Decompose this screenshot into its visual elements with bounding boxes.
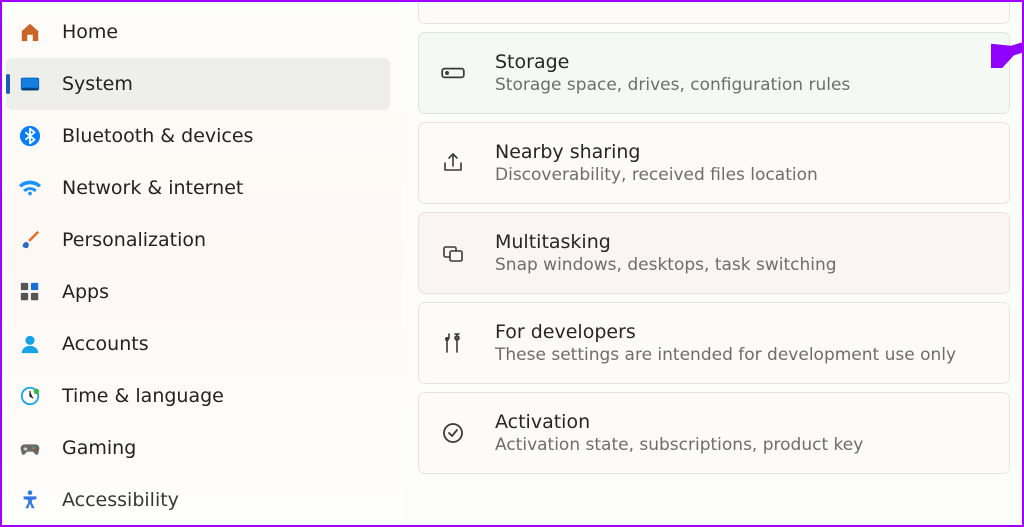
card-title: Activation [495, 411, 989, 433]
power-icon [439, 2, 467, 5]
card-power[interactable]: Screen and sleep, power mode [418, 2, 1010, 24]
sidebar-item-label: Personalization [62, 229, 206, 251]
card-desc: Storage space, drives, configuration rul… [495, 75, 989, 95]
card-title: For developers [495, 321, 989, 343]
gaming-icon [18, 436, 42, 460]
sidebar-item-system[interactable]: System [6, 58, 390, 110]
system-icon [18, 72, 42, 96]
tools-icon [439, 329, 467, 357]
sidebar-item-time[interactable]: Time & language [6, 370, 390, 422]
bluetooth-icon [18, 124, 42, 148]
brush-icon [18, 228, 42, 252]
sidebar-item-accounts[interactable]: Accounts [6, 318, 390, 370]
card-nearby[interactable]: Nearby sharing Discoverability, received… [418, 122, 1010, 204]
sidebar-item-label: Gaming [62, 437, 136, 459]
card-activation[interactable]: Activation Activation state, subscriptio… [418, 392, 1010, 474]
home-icon [18, 20, 42, 44]
sidebar-item-network[interactable]: Network & internet [6, 162, 390, 214]
card-desc: These settings are intended for developm… [495, 345, 989, 365]
settings-main: Screen and sleep, power mode Storage Sto… [402, 2, 1022, 525]
sidebar-item-gaming[interactable]: Gaming [6, 422, 390, 474]
sidebar-item-bluetooth[interactable]: Bluetooth & devices [6, 110, 390, 162]
sidebar-item-accessibility[interactable]: Accessibility [6, 474, 390, 525]
card-desc: Discoverability, received files location [495, 165, 989, 185]
account-icon [18, 332, 42, 356]
card-desc: Snap windows, desktops, task switching [495, 255, 989, 275]
sidebar-item-label: Apps [62, 281, 109, 303]
sidebar: Home System Bluetooth & devices Network … [2, 2, 402, 525]
sidebar-item-label: Accounts [62, 333, 149, 355]
sidebar-item-home[interactable]: Home [6, 6, 390, 58]
wifi-icon [18, 176, 42, 200]
sidebar-item-label: Home [62, 21, 118, 43]
card-storage[interactable]: Storage Storage space, drives, configura… [418, 32, 1010, 114]
multitasking-icon [439, 239, 467, 267]
card-title: Storage [495, 51, 989, 73]
card-multitasking[interactable]: Multitasking Snap windows, desktops, tas… [418, 212, 1010, 294]
sidebar-item-label: Network & internet [62, 177, 243, 199]
sidebar-item-apps[interactable]: Apps [6, 266, 390, 318]
share-icon [439, 149, 467, 177]
card-title: Multitasking [495, 231, 989, 253]
accessibility-icon [18, 488, 42, 512]
card-title: Nearby sharing [495, 141, 989, 163]
sidebar-item-label: Accessibility [62, 489, 179, 511]
clock-icon [18, 384, 42, 408]
card-dev[interactable]: For developers These settings are intend… [418, 302, 1010, 384]
sidebar-item-personalization[interactable]: Personalization [6, 214, 390, 266]
sidebar-item-label: Bluetooth & devices [62, 125, 253, 147]
storage-icon [439, 59, 467, 87]
card-desc: Activation state, subscriptions, product… [495, 435, 989, 455]
sidebar-item-label: Time & language [62, 385, 224, 407]
check-circle-icon [439, 419, 467, 447]
sidebar-item-label: System [62, 73, 133, 95]
apps-icon [18, 280, 42, 304]
